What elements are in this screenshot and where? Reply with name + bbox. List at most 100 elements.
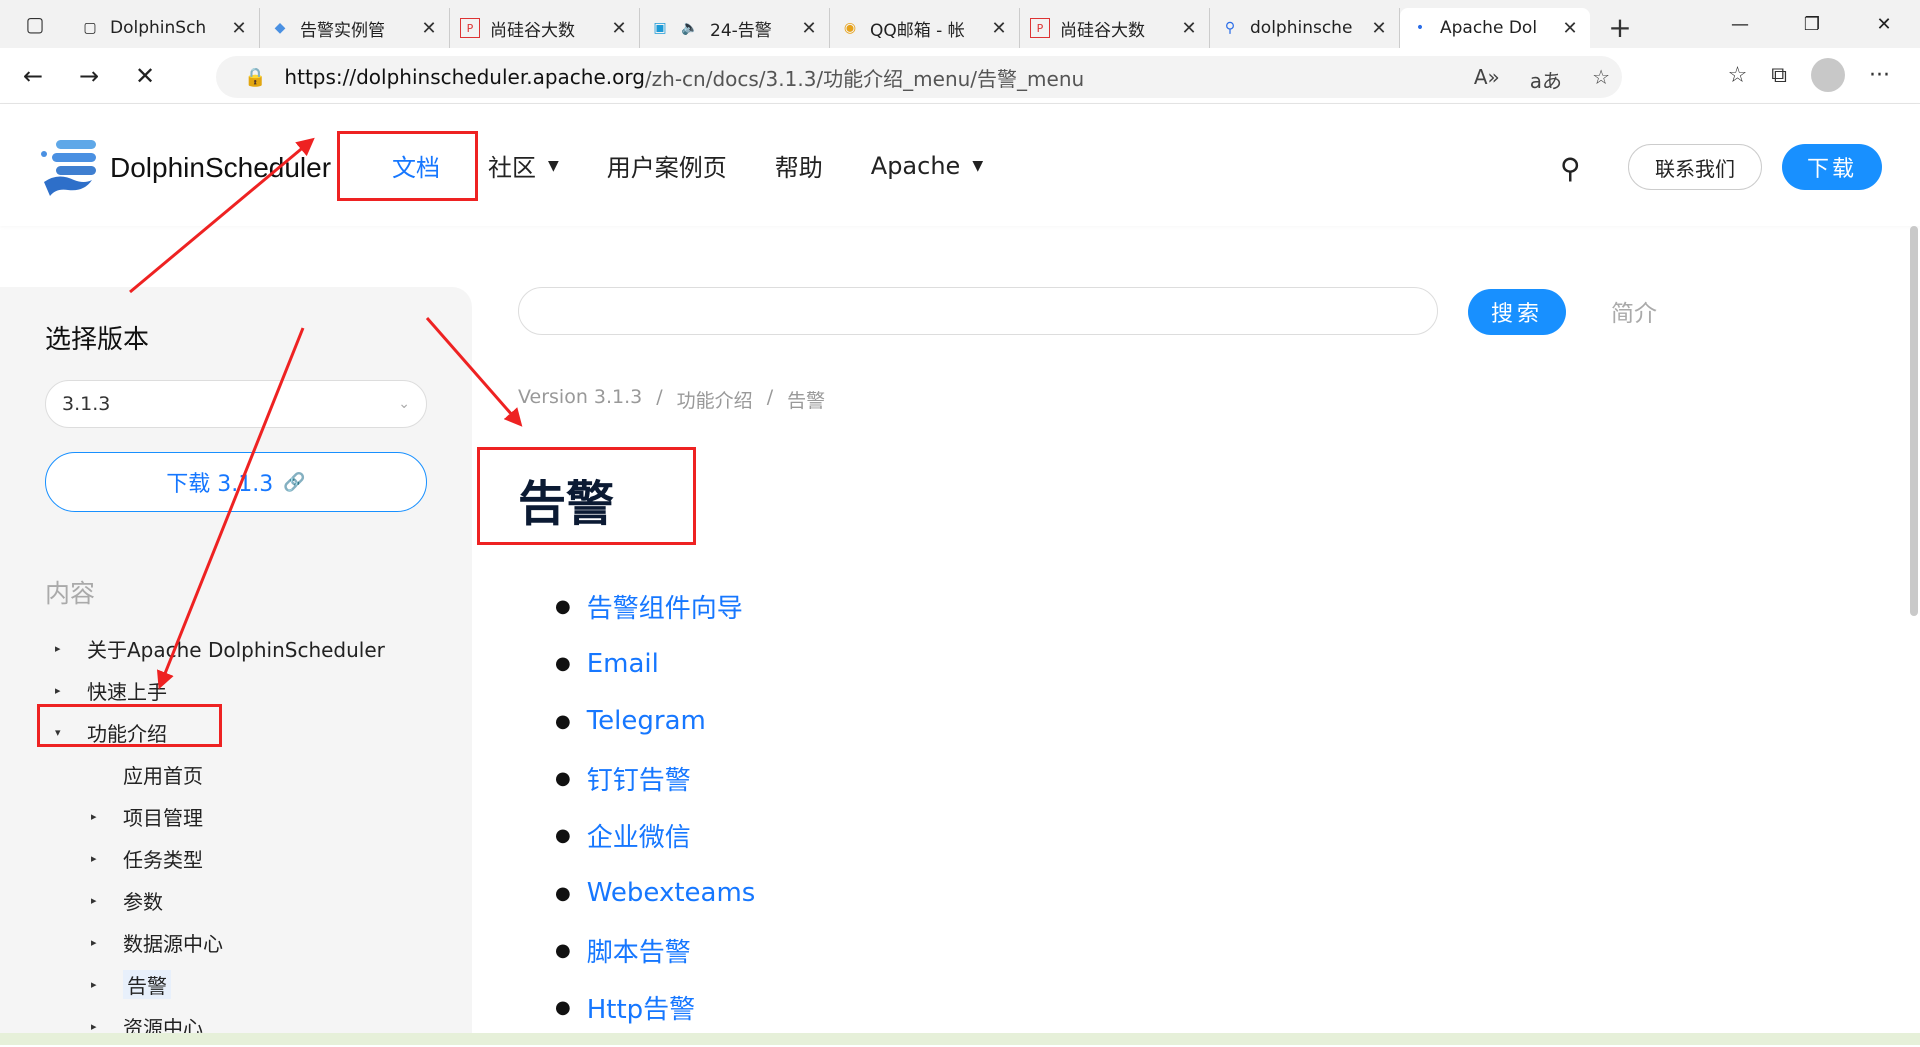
search-icon: ⚲ bbox=[1224, 20, 1236, 36]
add-favorite-icon[interactable]: ☆ bbox=[1592, 65, 1610, 94]
translate-icon[interactable]: aあ bbox=[1530, 65, 1562, 94]
footer-strip bbox=[0, 1033, 1920, 1045]
tree-item-home-page[interactable]: 应用首页 bbox=[55, 753, 385, 795]
nav-user-cases[interactable]: 用户案例页 bbox=[607, 148, 727, 183]
contents-heading: 内容 bbox=[45, 579, 96, 608]
list-item[interactable]: ● Email bbox=[555, 635, 755, 692]
close-icon[interactable]: ✕ bbox=[989, 18, 1009, 39]
qqmail-icon: ◉ bbox=[843, 20, 857, 36]
docs-sidebar: 选择版本 3.1.3 ⌄ 下载 3.1.3 🔗 内容 ▸ 关于Apache Dol… bbox=[0, 287, 472, 1045]
tree-item-alarm[interactable]: ▸ 告警 bbox=[55, 963, 385, 1005]
docs-tree: ▸ 关于Apache DolphinScheduler ▸ 快速上手 ▾ 功能介绍 应… bbox=[55, 627, 385, 1047]
expand-icon: ▸ bbox=[91, 851, 97, 865]
restore-icon[interactable]: ❐ bbox=[1776, 0, 1848, 48]
tree-item-project-management[interactable]: ▸ 项目管理 bbox=[55, 795, 385, 837]
breadcrumb-features[interactable]: 功能介绍 bbox=[677, 386, 753, 413]
minimize-icon[interactable]: — bbox=[1704, 0, 1776, 48]
annotation-box-features bbox=[37, 704, 222, 747]
version-select[interactable]: 3.1.3 ⌄ bbox=[45, 380, 427, 428]
profile-avatar[interactable] bbox=[1811, 58, 1846, 92]
list-item[interactable]: ● Webexteams bbox=[555, 864, 755, 921]
nav-community[interactable]: 社区 ▼ bbox=[488, 148, 559, 183]
browser-tab[interactable]: ⚲ dolphinsche ✕ bbox=[1210, 8, 1400, 48]
page-scrollbar[interactable] bbox=[1910, 226, 1918, 616]
tree-item-about[interactable]: ▸ 关于Apache DolphinScheduler bbox=[55, 627, 385, 669]
close-icon[interactable]: ✕ bbox=[1560, 18, 1580, 39]
back-icon[interactable]: ← bbox=[10, 56, 56, 96]
forward-icon[interactable]: → bbox=[66, 56, 112, 96]
nav-help[interactable]: 帮助 bbox=[775, 148, 823, 183]
tree-item-datasource-center[interactable]: ▸ 数据源中心 bbox=[55, 921, 385, 963]
loading-icon: • bbox=[1415, 20, 1425, 36]
speaker-icon[interactable]: 🔈 bbox=[680, 18, 700, 38]
expand-icon: ▸ bbox=[91, 893, 97, 907]
search-icon[interactable]: ⚲ bbox=[1560, 152, 1581, 185]
close-icon[interactable]: ✕ bbox=[419, 18, 439, 39]
close-icon[interactable]: ✕ bbox=[799, 18, 819, 39]
lock-icon[interactable]: 🔒 bbox=[244, 67, 266, 88]
close-icon[interactable]: ✕ bbox=[229, 18, 249, 39]
bullet-icon: ● bbox=[555, 768, 571, 790]
url-bar[interactable]: 🔒 https://dolphinscheduler.apache.org/zh… bbox=[216, 56, 1622, 98]
close-window-icon[interactable]: ✕ bbox=[1848, 0, 1920, 48]
bullet-icon: ● bbox=[555, 653, 571, 675]
docs-search-input[interactable] bbox=[518, 287, 1438, 335]
stop-icon[interactable]: ✕ bbox=[122, 56, 168, 96]
select-version-title: 选择版本 bbox=[45, 325, 150, 355]
browser-actions: ☆ ⧉ ··· bbox=[1728, 58, 1890, 92]
browser-tab[interactable]: P 尚硅谷大数 ✕ bbox=[1020, 8, 1210, 48]
download-version-button[interactable]: 下载 3.1.3 🔗 bbox=[45, 452, 427, 512]
intro-link[interactable]: 简介 bbox=[1611, 294, 1657, 328]
breadcrumb-separator: / bbox=[766, 386, 774, 408]
breadcrumb-version[interactable]: Version 3.1.3 bbox=[518, 386, 642, 413]
download-button[interactable]: 下载 bbox=[1782, 144, 1882, 190]
browser-tab[interactable]: ◉ QQ邮箱 - 帐 ✕ bbox=[830, 8, 1020, 48]
close-icon[interactable]: ✕ bbox=[1179, 18, 1199, 39]
breadcrumb: Version 3.1.3 / 功能介绍 / 告警 bbox=[518, 386, 825, 413]
list-item[interactable]: ● 钉钉告警 bbox=[555, 750, 755, 807]
search-button[interactable]: 搜索 bbox=[1468, 289, 1566, 335]
favorites-icon[interactable]: ☆ bbox=[1728, 63, 1748, 88]
list-item[interactable]: ● Telegram bbox=[555, 693, 755, 750]
window-controls: — ❐ ✕ bbox=[1704, 0, 1920, 48]
bullet-icon: ● bbox=[555, 882, 571, 904]
expand-icon: ▸ bbox=[91, 809, 97, 823]
collections-icon[interactable]: ⧉ bbox=[1771, 63, 1787, 88]
expand-icon: ▸ bbox=[91, 935, 97, 949]
read-aloud-icon[interactable]: A» bbox=[1474, 65, 1500, 94]
annotation-box-title bbox=[477, 447, 696, 545]
site-header: DolphinScheduler 文档 社区 ▼ 用户案例页 帮助 Apache ▼… bbox=[0, 104, 1920, 226]
browser-tab[interactable]: P 尚硅谷大数 ✕ bbox=[450, 8, 640, 48]
url-actions: A» aあ ☆ bbox=[1474, 65, 1610, 94]
main-nav: 文档 社区 ▼ 用户案例页 帮助 Apache ▼ bbox=[392, 148, 1031, 183]
contact-us-button[interactable]: 联系我们 bbox=[1628, 144, 1762, 190]
list-item[interactable]: ● 告警组件向导 bbox=[555, 578, 755, 635]
list-item[interactable]: ● 脚本告警 bbox=[555, 922, 755, 979]
caret-down-icon: ▼ bbox=[972, 157, 984, 174]
tree-item-parameters[interactable]: ▸ 参数 bbox=[55, 879, 385, 921]
expand-icon: ▸ bbox=[55, 683, 61, 697]
browser-tab-active[interactable]: • Apache Dol ✕ bbox=[1400, 8, 1590, 48]
browser-tab[interactable]: ◆ 告警实例管 ✕ bbox=[260, 8, 450, 48]
address-toolbar: ← → ✕ 🔒 https://dolphinscheduler.apache.… bbox=[0, 48, 1920, 104]
expand-icon: ▸ bbox=[91, 977, 97, 991]
breadcrumb-alarm[interactable]: 告警 bbox=[787, 386, 825, 413]
close-icon[interactable]: ✕ bbox=[1369, 18, 1389, 39]
site-logo[interactable]: DolphinScheduler bbox=[38, 136, 331, 200]
bullet-icon: ● bbox=[555, 596, 571, 618]
expand-icon: ▸ bbox=[55, 641, 61, 655]
caret-down-icon: ▼ bbox=[548, 157, 559, 174]
list-item[interactable]: ● Http告警 bbox=[555, 979, 755, 1036]
tab-actions-icon[interactable]: ▢ bbox=[0, 0, 70, 48]
nav-apache[interactable]: Apache ▼ bbox=[871, 152, 983, 180]
list-item[interactable]: ● 企业微信 bbox=[555, 807, 755, 864]
link-icon: 🔗 bbox=[283, 471, 306, 493]
more-icon[interactable]: ··· bbox=[1869, 63, 1890, 88]
annotation-box-docs-nav bbox=[337, 131, 478, 201]
new-tab-button[interactable]: + bbox=[1600, 7, 1640, 47]
browser-tab[interactable]: ▢ DolphinSch ✕ bbox=[70, 8, 260, 48]
close-icon[interactable]: ✕ bbox=[609, 18, 629, 39]
browser-tab[interactable]: ▣ 🔈 24-告警 ✕ bbox=[640, 8, 830, 48]
tree-item-task-types[interactable]: ▸ 任务类型 bbox=[55, 837, 385, 879]
bullet-icon: ● bbox=[555, 997, 571, 1019]
